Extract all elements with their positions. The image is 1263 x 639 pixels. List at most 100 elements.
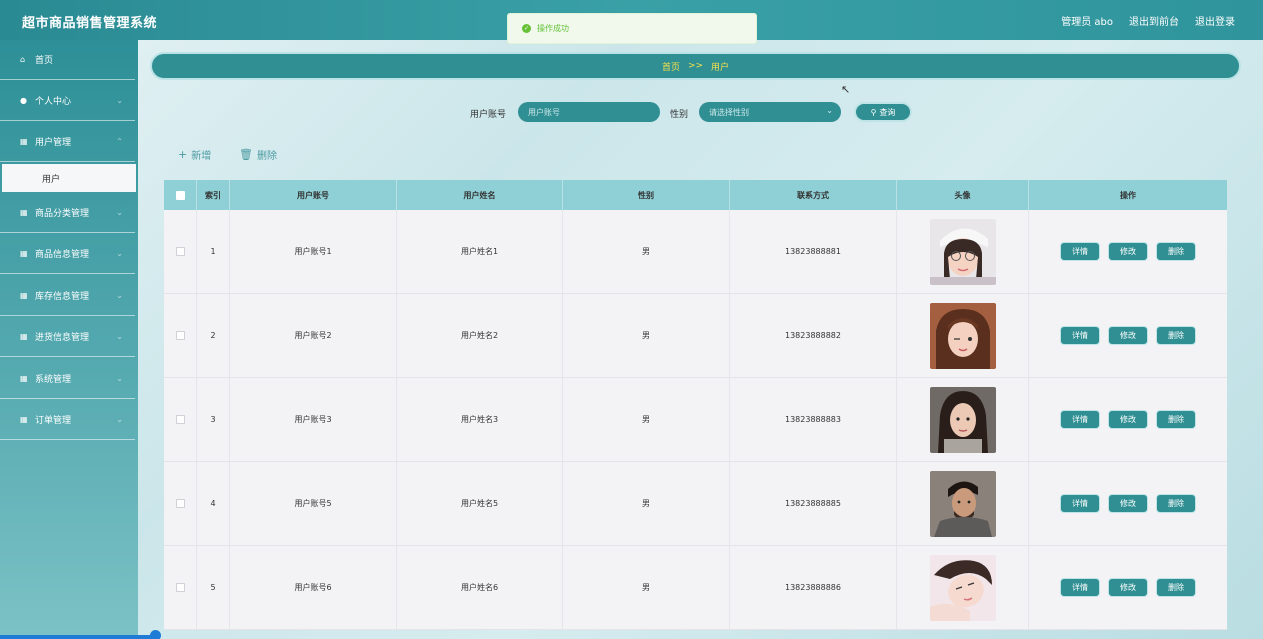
row-checkbox[interactable] [175, 583, 185, 592]
breadcrumb-home[interactable]: 首页 [662, 60, 680, 73]
breadcrumb: 首页 >> 用户 [150, 52, 1241, 80]
phone-cell: 13823888881 [730, 210, 897, 293]
gender-cell: 男 [563, 294, 730, 377]
account-cell: 用户账号6 [230, 546, 397, 629]
row-checkbox[interactable] [175, 415, 185, 424]
table-row: 5 用户账号6 用户姓名6 男 13823888886 详情 修改 删除 [164, 546, 1227, 630]
sidebar-item-label: 商品信息管理 [35, 250, 90, 260]
sidebar-item-user-management[interactable]: ▦ 用户管理 ⌃ [0, 122, 135, 162]
gender-cell: 男 [563, 378, 730, 461]
avatar-cell [897, 462, 1029, 545]
index-cell: 3 [197, 378, 230, 461]
column-header: 头像 [897, 180, 1029, 210]
chevron-down-icon: ⌄ [116, 415, 123, 424]
query-button-label: 查询 [879, 107, 896, 117]
sidebar-item-label: 用户管理 [35, 138, 72, 148]
row-checkbox[interactable] [175, 331, 185, 340]
search-bar: 用户账号 用户账号 性别 请选择性别 ⌄ ⚲ 查询 [0, 102, 1263, 122]
home-icon: ⌂ [20, 54, 26, 64]
detail-button[interactable]: 详情 [1060, 242, 1100, 261]
avatar [929, 302, 996, 369]
row-delete-button[interactable]: 删除 [1156, 494, 1196, 513]
add-button[interactable]: + 新增 [178, 147, 211, 162]
account-input-placeholder: 用户账号 [528, 107, 560, 117]
column-header: 联系方式 [730, 180, 897, 210]
avatar-cell [897, 378, 1029, 461]
account-cell: 用户账号3 [230, 378, 397, 461]
sidebar-item-label: 订单管理 [35, 416, 72, 426]
index-cell: 1 [197, 210, 230, 293]
row-delete-button[interactable]: 删除 [1156, 410, 1196, 429]
table-row: 4 用户账号5 用户姓名5 男 13823888885 详情 修改 删除 [164, 462, 1227, 546]
sidebar-item-purchase-management[interactable]: ▦ 进货信息管理 ⌄ [0, 317, 135, 357]
sidebar-item-category-management[interactable]: ▦ 商品分类管理 ⌄ [0, 193, 135, 233]
avatar-cell [897, 210, 1029, 293]
chevron-down-icon: ⌄ [116, 374, 123, 383]
name-cell: 用户姓名6 [397, 546, 563, 629]
row-delete-button[interactable]: 删除 [1156, 326, 1196, 345]
row-delete-button[interactable]: 删除 [1156, 578, 1196, 597]
avatar [929, 386, 996, 453]
chevron-down-icon: ⌄ [116, 208, 123, 217]
edit-button[interactable]: 修改 [1108, 578, 1148, 597]
edit-button[interactable]: 修改 [1108, 242, 1148, 261]
detail-button[interactable]: 详情 [1060, 494, 1100, 513]
sidebar-item-label: 商品分类管理 [35, 209, 90, 219]
edit-button[interactable]: 修改 [1108, 410, 1148, 429]
logout-link[interactable]: 退出登录 [1195, 13, 1235, 28]
sidebar-item-system-management[interactable]: ▦ 系统管理 ⌄ [0, 359, 135, 399]
detail-button[interactable]: 详情 [1060, 410, 1100, 429]
sidebar-subitem-user[interactable]: 用户 [2, 164, 136, 192]
gender-select[interactable]: 请选择性别 ⌄ [699, 102, 841, 122]
row-delete-button[interactable]: 删除 [1156, 242, 1196, 261]
gender-label: 性别 [670, 110, 689, 120]
account-search-input[interactable]: 用户账号 [518, 102, 660, 122]
horizontal-scrollbar[interactable] [0, 635, 158, 639]
detail-button[interactable]: 详情 [1060, 578, 1100, 597]
chevron-down-icon: ⌄ [116, 291, 123, 300]
detail-button[interactable]: 详情 [1060, 326, 1100, 345]
sidebar-item-stock-management[interactable]: ▦ 库存信息管理 ⌄ [0, 276, 135, 316]
scrollbar-thumb[interactable] [150, 630, 161, 639]
edit-button[interactable]: 修改 [1108, 494, 1148, 513]
query-button[interactable]: ⚲ 查询 [854, 102, 912, 122]
sidebar-item-order-management[interactable]: ▦ 订单管理 ⌄ [0, 400, 135, 440]
gender-cell: 男 [563, 546, 730, 629]
exit-to-front-link[interactable]: 退出到前台 [1129, 13, 1179, 28]
sidebar-item-home[interactable]: ⌂ 首页 [0, 40, 135, 80]
actions-cell: 详情 修改 删除 [1029, 378, 1227, 461]
table-row: 2 用户账号2 用户姓名2 男 13823888882 详情 修改 删除 [164, 294, 1227, 378]
grid-icon: ▦ [20, 290, 28, 300]
row-checkbox[interactable] [175, 247, 185, 256]
success-check-icon: ✓ [522, 24, 531, 33]
actions-cell: 详情 修改 删除 [1029, 294, 1227, 377]
row-checkbox[interactable] [175, 499, 185, 508]
column-header: 用户账号 [230, 180, 397, 210]
row-select-cell [164, 210, 197, 293]
avatar [929, 470, 996, 537]
table-row: 3 用户账号3 用户姓名3 男 13823888883 详情 修改 删除 [164, 378, 1227, 462]
phone-cell: 13823888886 [730, 546, 897, 629]
sidebar-item-product-management[interactable]: ▦ 商品信息管理 ⌄ [0, 234, 135, 274]
sidebar-item-label: 首页 [35, 56, 54, 66]
breadcrumb-current: 用户 [711, 62, 730, 73]
index-cell: 4 [197, 462, 230, 545]
chevron-down-icon: ⌄ [826, 106, 833, 115]
avatar [929, 554, 996, 621]
account-cell: 用户账号5 [230, 462, 397, 545]
gender-select-placeholder: 请选择性别 [709, 107, 749, 117]
chevron-down-icon: ⌄ [116, 332, 123, 341]
delete-button[interactable]: 🗑 删除 [239, 147, 277, 162]
plus-icon: + [178, 148, 188, 161]
name-cell: 用户姓名5 [397, 462, 563, 545]
column-header: 用户姓名 [397, 180, 563, 210]
column-header: 索引 [197, 180, 230, 210]
success-toast: ✓ 操作成功 [507, 13, 757, 44]
sidebar-item-label: 库存信息管理 [35, 292, 90, 302]
select-all-checkbox[interactable] [175, 190, 185, 200]
delete-button-label: 删除 [256, 151, 277, 162]
select-all-cell [164, 180, 197, 210]
actions-cell: 详情 修改 删除 [1029, 546, 1227, 629]
table-header: 索引 用户账号 用户姓名 性别 联系方式 头像 操作 [164, 180, 1227, 210]
edit-button[interactable]: 修改 [1108, 326, 1148, 345]
